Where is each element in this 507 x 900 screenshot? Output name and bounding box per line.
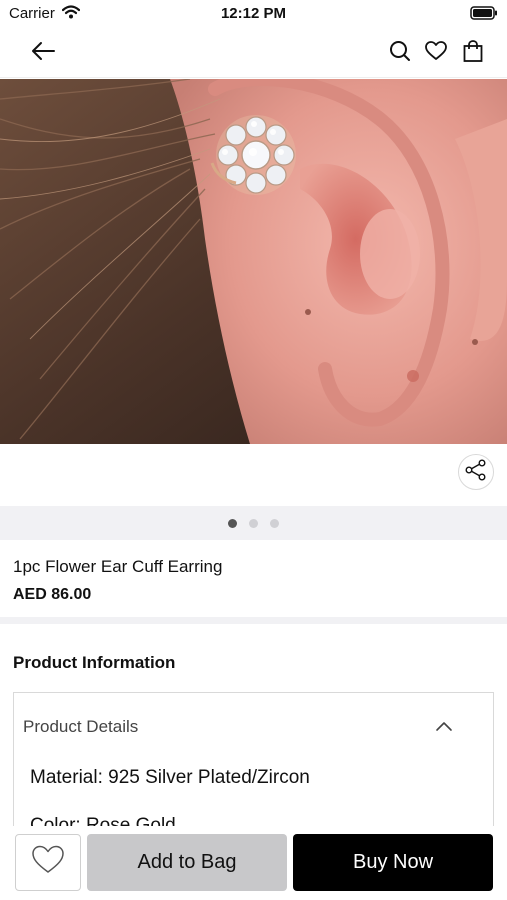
product-price: AED 86.00: [13, 586, 92, 603]
pagination-dot-1[interactable]: [228, 518, 237, 528]
top-navigation-bar: [0, 28, 507, 78]
chevron-up-icon[interactable]: [435, 719, 453, 737]
share-icon: [465, 459, 487, 486]
back-button[interactable]: [26, 36, 60, 70]
add-to-bag-button[interactable]: Add to Bag: [87, 834, 287, 891]
bag-button[interactable]: [456, 36, 490, 70]
section-divider: [0, 617, 507, 624]
arrow-left-icon: [30, 41, 56, 66]
search-button[interactable]: [383, 36, 417, 70]
heart-icon: [31, 845, 65, 880]
share-row: [0, 444, 507, 506]
product-information-heading: Product Information: [13, 653, 176, 672]
wishlist-nav-button[interactable]: [419, 36, 453, 70]
image-pagination: [0, 506, 507, 540]
product-detail-material: Material: 925 Silver Plated/Zircon: [30, 767, 310, 788]
heart-icon: [425, 40, 447, 66]
bottom-action-bar: Add to Bag Buy Now: [0, 826, 507, 900]
status-bar: Carrier 12:12 PM: [0, 0, 507, 28]
product-image[interactable]: [0, 79, 507, 444]
battery-icon: [470, 6, 498, 25]
product-title: 1pc Flower Ear Cuff Earring: [13, 557, 223, 576]
shopping-bag-icon: [463, 39, 483, 67]
wishlist-button[interactable]: [15, 834, 81, 891]
status-time: 12:12 PM: [220, 5, 287, 22]
share-button[interactable]: [458, 454, 494, 490]
search-icon: [389, 40, 411, 67]
product-details-header[interactable]: Product Details: [23, 717, 138, 737]
pagination-dot-3[interactable]: [270, 518, 279, 528]
pagination-dot-2[interactable]: [249, 518, 258, 528]
buy-now-button[interactable]: Buy Now: [293, 834, 493, 891]
product-details-accordion: Product Details Material: 925 Silver Pla…: [13, 692, 494, 842]
